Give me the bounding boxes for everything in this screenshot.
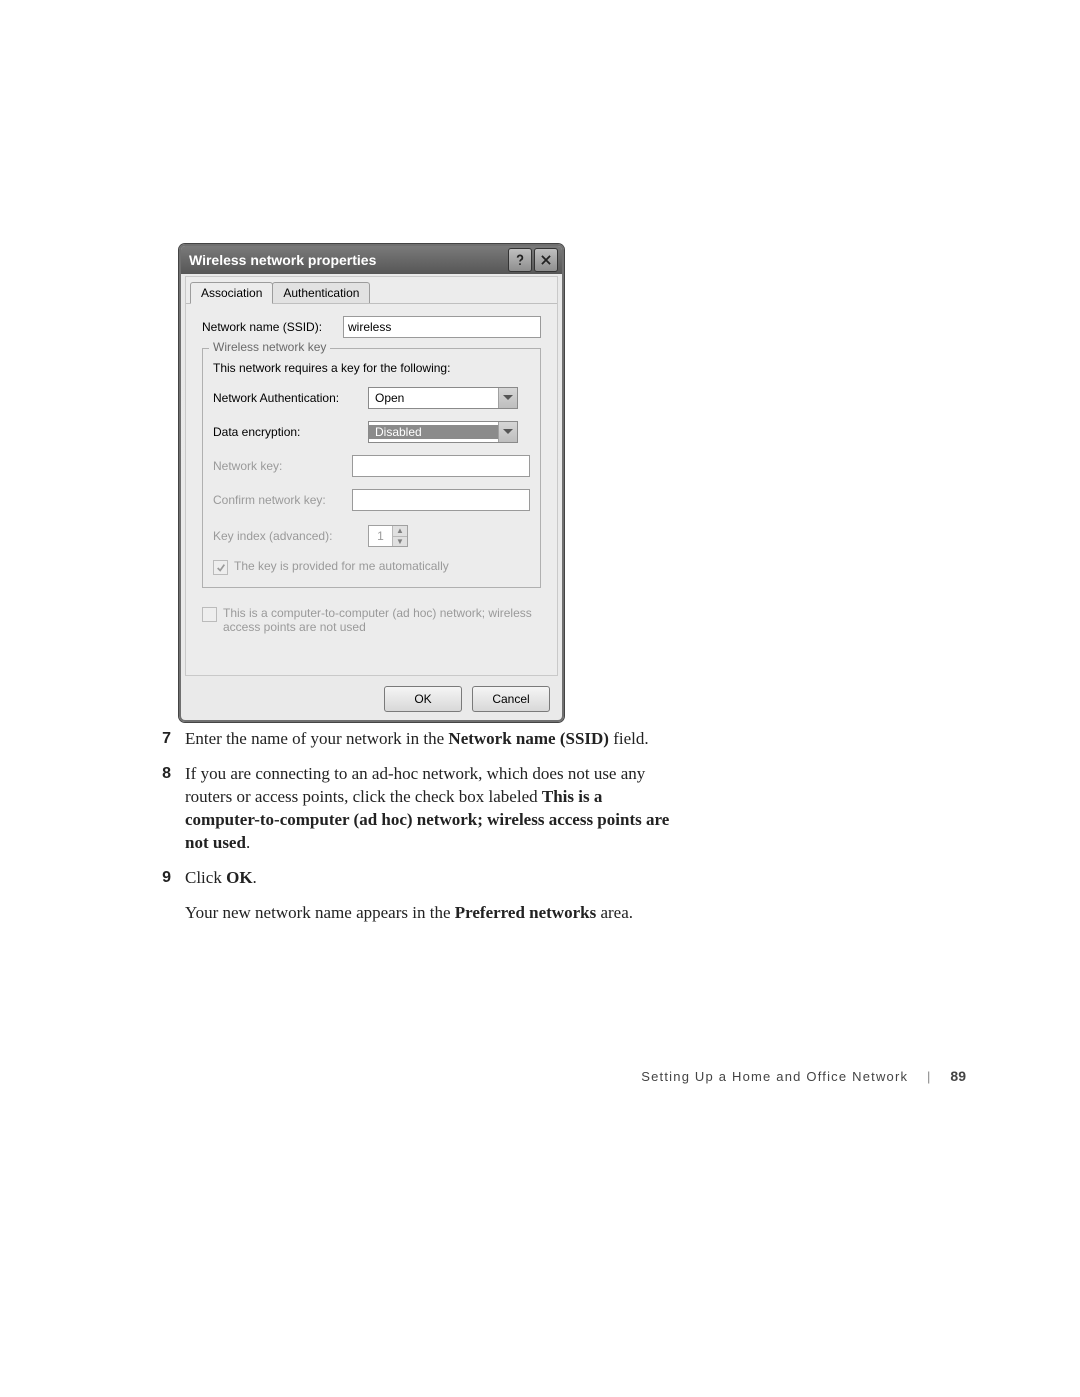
text-bold: OK — [226, 868, 252, 887]
page-number: 89 — [950, 1068, 966, 1084]
step-text: Enter the name of your network in the Ne… — [185, 728, 675, 751]
footer-section: Setting Up a Home and Office Network — [641, 1069, 908, 1084]
auto-key-checkbox — [213, 560, 228, 575]
tab-association[interactable]: Association — [190, 282, 273, 304]
step-text: If you are connecting to an ad-hoc netwo… — [185, 763, 675, 855]
step-number: 9 — [135, 867, 185, 890]
encryption-select[interactable]: Disabled — [368, 421, 518, 443]
dialog-body: Association Authentication Network name … — [185, 276, 558, 676]
close-icon — [539, 253, 553, 267]
spinner-down-icon: ▼ — [393, 537, 407, 547]
network-key-input — [352, 455, 530, 477]
key-index-spinner: 1 ▲ ▼ — [368, 525, 408, 547]
ssid-input[interactable] — [343, 316, 541, 338]
close-button[interactable] — [534, 248, 558, 272]
step-text: Click OK. — [185, 867, 675, 890]
encryption-label: Data encryption: — [213, 425, 368, 439]
confirm-key-input — [352, 489, 530, 511]
wireless-key-fieldset: Wireless network key This network requir… — [202, 348, 541, 588]
confirm-key-label: Confirm network key: — [213, 493, 352, 507]
step-7: 7 Enter the name of your network in the … — [135, 728, 675, 751]
key-index-value: 1 — [369, 526, 392, 546]
chevron-down-icon — [498, 422, 517, 442]
text-fragment: area. — [596, 903, 633, 922]
help-icon — [513, 253, 527, 267]
step-followup: Your new network name appears in the Pre… — [185, 902, 675, 925]
footer-separator: | — [927, 1069, 932, 1084]
tab-authentication[interactable]: Authentication — [272, 282, 370, 303]
page-footer: Setting Up a Home and Office Network | 8… — [0, 1068, 966, 1084]
spinner-arrows: ▲ ▼ — [392, 526, 407, 546]
adhoc-checkbox — [202, 607, 217, 622]
chevron-down-icon — [498, 388, 517, 408]
key-index-label: Key index (advanced): — [213, 529, 368, 543]
dialog-title: Wireless network properties — [189, 252, 508, 268]
text-fragment: Enter the name of your network in the — [185, 729, 448, 748]
authentication-value: Open — [369, 391, 498, 405]
fieldset-hint: This network requires a key for the foll… — [213, 361, 530, 375]
network-key-label: Network key: — [213, 459, 352, 473]
tab-panel-association: Network name (SSID): Wireless network ke… — [186, 304, 557, 642]
wireless-properties-dialog: Wireless network properties Association … — [179, 244, 564, 722]
dialog-titlebar: Wireless network properties — [181, 246, 562, 274]
text-fragment: Your new network name appears in the — [185, 903, 455, 922]
fieldset-legend: Wireless network key — [209, 340, 330, 354]
ok-button[interactable]: OK — [384, 686, 462, 712]
tabs-strip: Association Authentication — [186, 277, 557, 304]
cancel-button[interactable]: Cancel — [472, 686, 550, 712]
text-fragment: field. — [609, 729, 649, 748]
step-8: 8 If you are connecting to an ad-hoc net… — [135, 763, 675, 855]
check-icon — [216, 563, 226, 573]
text-bold: Preferred networks — [455, 903, 596, 922]
step-9: 9 Click OK. — [135, 867, 675, 890]
help-button[interactable] — [508, 248, 532, 272]
encryption-value: Disabled — [369, 425, 498, 439]
authentication-select[interactable]: Open — [368, 387, 518, 409]
text-fragment: Click — [185, 868, 226, 887]
step-number: 8 — [135, 763, 185, 855]
auth-label: Network Authentication: — [213, 391, 368, 405]
instruction-list: 7 Enter the name of your network in the … — [135, 728, 675, 925]
step-number: 7 — [135, 728, 185, 751]
text-bold: Network name (SSID) — [448, 729, 609, 748]
auto-key-label: The key is provided for me automatically — [234, 559, 449, 573]
text-fragment: . — [253, 868, 257, 887]
ssid-label: Network name (SSID): — [202, 320, 343, 334]
text-fragment: . — [246, 833, 250, 852]
spinner-up-icon: ▲ — [393, 526, 407, 537]
adhoc-label: This is a computer-to-computer (ad hoc) … — [223, 606, 537, 634]
